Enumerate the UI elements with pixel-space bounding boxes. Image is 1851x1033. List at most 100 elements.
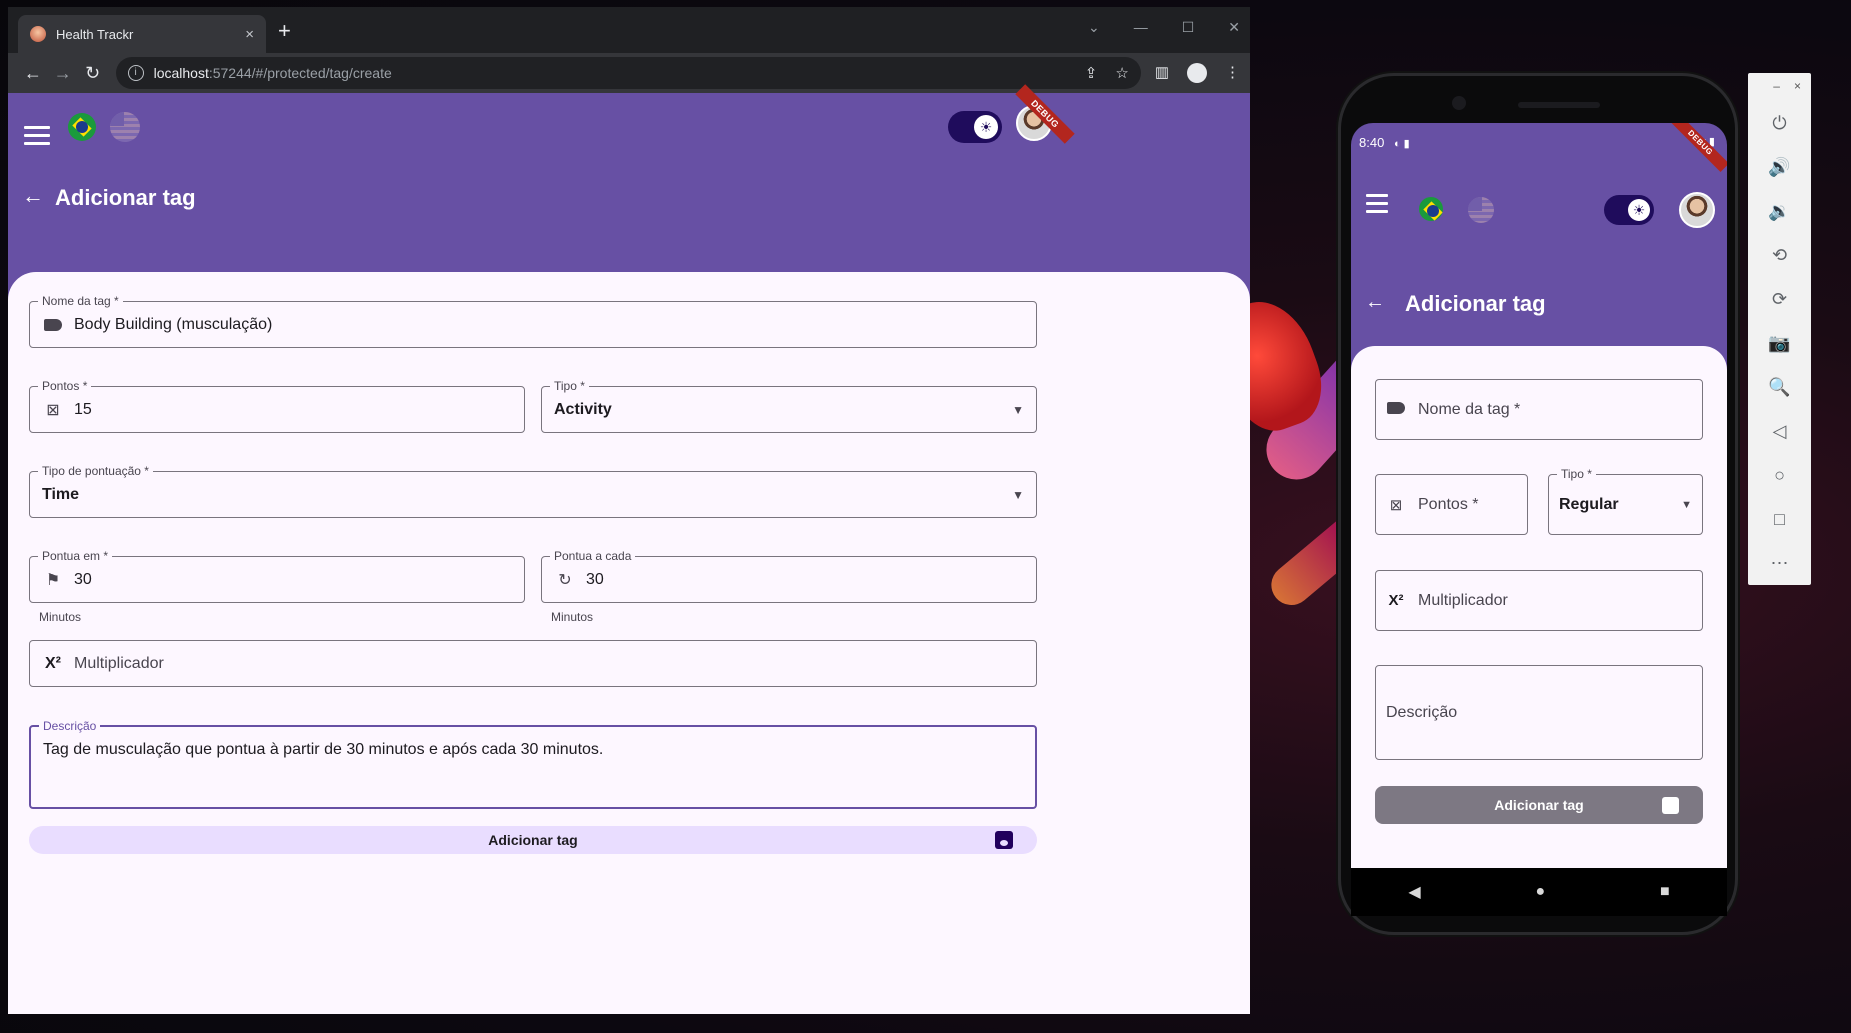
- field-label: Tipo de pontuação *: [38, 464, 153, 478]
- favicon-icon: [30, 26, 46, 42]
- dropdown-caret-icon: ▼: [1012, 487, 1024, 502]
- score-type-value: Time: [42, 485, 80, 503]
- field-label: Tipo *: [550, 379, 589, 393]
- menu-icon[interactable]: [1366, 189, 1388, 218]
- usa-flag-icon[interactable]: [1468, 197, 1494, 223]
- tag-icon: [42, 318, 64, 331]
- volume-down-icon[interactable]: 🔉: [1748, 189, 1811, 233]
- back-icon[interactable]: ◁: [1748, 409, 1811, 453]
- field-label: Tipo *: [1557, 467, 1596, 481]
- phone-screen: 8:40 ◐ ▮ ▾ ▮ DEBUG ☀ ← Adicionar tag Nom…: [1351, 123, 1727, 868]
- description-field[interactable]: Descrição: [1375, 665, 1703, 760]
- back-icon[interactable]: ←: [18, 63, 48, 84]
- android-nav-bar: ◀ ● ■: [1351, 868, 1727, 916]
- usa-flag-icon[interactable]: [110, 112, 140, 142]
- share-icon[interactable]: ⇪: [1085, 64, 1098, 82]
- field-label: Pontua a cada: [550, 549, 636, 563]
- score-every-value: 30: [586, 570, 604, 588]
- more-icon[interactable]: ⋯: [1748, 541, 1811, 585]
- score-type-select[interactable]: Tipo de pontuação * Time ▼: [29, 464, 1037, 518]
- status-bar: 8:40 ◐ ▮ ▾ ▮: [1351, 135, 1727, 155]
- back-arrow-icon[interactable]: ←: [1365, 291, 1385, 314]
- scoreboard-icon: ⊠: [46, 401, 60, 419]
- type-select[interactable]: Tipo * Regular ▼: [1548, 467, 1703, 535]
- close-tab-icon[interactable]: ×: [245, 26, 254, 43]
- description-placeholder: Descrição: [1386, 703, 1458, 721]
- add-tag-button[interactable]: Adicionar tag: [1375, 786, 1703, 824]
- multiplier-field[interactable]: X² Multiplicador: [1375, 570, 1703, 631]
- add-tag-button-label: Adicionar tag: [488, 832, 578, 848]
- nav-back-icon[interactable]: ◀: [1408, 882, 1420, 902]
- tab-strip: Health Trackr × + ⌄ — ☐ ✕: [8, 7, 1250, 53]
- theme-toggle[interactable]: ☀: [1604, 195, 1654, 225]
- rotate-right-icon[interactable]: ⟳: [1748, 277, 1811, 321]
- emulator-toolbar: – × ⏻ 🔊 🔉 ⟲ ⟳ 📷 🔍 ◁ ○ □ ⋯: [1748, 73, 1811, 585]
- menu-kebab-icon[interactable]: ⋮: [1225, 63, 1240, 83]
- sidepanel-icon[interactable]: ▥: [1155, 63, 1169, 83]
- rotate-left-icon[interactable]: ⟲: [1748, 233, 1811, 277]
- bookmark-star-icon[interactable]: ☆: [1115, 64, 1128, 82]
- sun-icon: ☀: [1628, 199, 1650, 221]
- tag-name-field[interactable]: Nome da tag *: [1375, 379, 1703, 440]
- field-label: Pontua em *: [38, 549, 113, 563]
- save-icon: [1662, 796, 1679, 814]
- brazil-flag-icon[interactable]: [68, 113, 96, 141]
- home-icon[interactable]: ○: [1748, 453, 1811, 497]
- nav-recents-icon[interactable]: ■: [1660, 883, 1670, 901]
- points-value: 15: [74, 400, 92, 418]
- tab-title: Health Trackr: [56, 26, 134, 42]
- maximize-icon[interactable]: ☐: [1182, 19, 1195, 36]
- status-icons: ◐ ▮: [1393, 138, 1410, 150]
- browser-tab[interactable]: Health Trackr ×: [18, 15, 266, 53]
- points-field[interactable]: Pontos * ⊠ 15: [29, 379, 525, 433]
- address-bar[interactable]: i localhost:57244/#/protected/tag/create…: [115, 57, 1141, 89]
- field-label: Descrição: [39, 719, 101, 733]
- phone-camera: [1452, 96, 1466, 110]
- volume-up-icon[interactable]: 🔊: [1748, 145, 1811, 189]
- multiplier-placeholder: Multiplicador: [1418, 591, 1508, 609]
- status-time: 8:40: [1359, 135, 1385, 150]
- tab-search-icon[interactable]: ⌄: [1088, 19, 1100, 36]
- profile-icon[interactable]: [1187, 63, 1207, 83]
- type-select[interactable]: Tipo * Activity ▼: [541, 379, 1037, 433]
- tag-name-value: Body Building (musculação): [74, 315, 273, 333]
- tag-name-field[interactable]: Nome da tag * Body Building (musculação): [29, 294, 1037, 348]
- menu-icon[interactable]: [24, 121, 50, 150]
- overview-icon[interactable]: □: [1748, 497, 1811, 541]
- add-tag-button[interactable]: Adicionar tag: [29, 826, 1037, 854]
- phone-speaker: [1518, 102, 1600, 108]
- flag-icon: ⚑: [45, 571, 61, 589]
- description-field[interactable]: Descrição Tag de musculação que pontua à…: [29, 719, 1037, 809]
- back-arrow-icon[interactable]: ←: [22, 183, 44, 209]
- power-icon[interactable]: ⏻: [1748, 101, 1811, 145]
- zoom-icon[interactable]: 🔍: [1748, 365, 1811, 409]
- page-title: Adicionar tag: [1405, 291, 1546, 316]
- scoreboard-icon: ⊠: [1389, 496, 1403, 514]
- url-path: :57244/#/protected/tag/create: [208, 65, 392, 81]
- theme-toggle[interactable]: ☀: [948, 111, 1002, 143]
- window-controls: ⌄ — ☐ ✕: [1088, 19, 1240, 36]
- dropdown-caret-icon: ▼: [1012, 402, 1024, 417]
- forward-icon[interactable]: →: [48, 63, 78, 84]
- multiplier-field[interactable]: X² Multiplicador: [29, 640, 1037, 687]
- score-at-field[interactable]: Pontua em * ⚑ 30: [29, 549, 525, 603]
- score-every-field[interactable]: Pontua a cada ↻ 30: [541, 549, 1037, 603]
- avatar[interactable]: [1679, 192, 1715, 228]
- minimize-icon[interactable]: —: [1134, 19, 1148, 36]
- brazil-flag-icon[interactable]: [1419, 197, 1443, 221]
- emulator-close-icon[interactable]: ×: [1794, 79, 1801, 95]
- browser-window: Health Trackr × + ⌄ — ☐ ✕ ← → ↻ i localh…: [8, 7, 1250, 1014]
- points-field[interactable]: ⊠ Pontos *: [1375, 474, 1528, 535]
- nav-home-icon[interactable]: ●: [1535, 883, 1545, 901]
- tag-name-placeholder: Nome da tag *: [1418, 400, 1521, 418]
- score-every-helper: Minutos: [551, 610, 594, 624]
- emulator-minimize-icon[interactable]: –: [1773, 79, 1780, 95]
- score-at-helper: Minutos: [39, 610, 82, 624]
- type-value: Regular: [1559, 495, 1619, 513]
- reload-icon[interactable]: ↻: [78, 63, 108, 84]
- screenshot-icon[interactable]: 📷: [1748, 321, 1811, 365]
- close-window-icon[interactable]: ✕: [1228, 19, 1240, 36]
- site-info-icon[interactable]: i: [127, 65, 144, 81]
- form-sheet: Nome da tag * ⊠ Pontos * Tipo * Regular …: [1351, 346, 1727, 868]
- new-tab-button[interactable]: +: [278, 20, 291, 42]
